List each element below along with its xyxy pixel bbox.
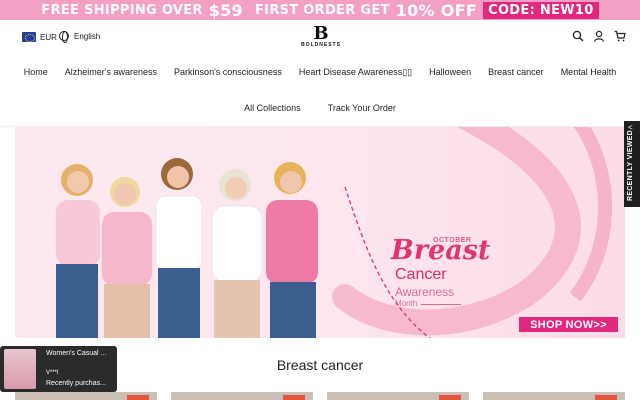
sale-badge	[439, 395, 461, 400]
nav-mental-health[interactable]: Mental Health	[561, 67, 617, 81]
nav-halloween[interactable]: Halloween	[429, 67, 471, 81]
nav-track-order[interactable]: Track Your Order	[328, 103, 396, 117]
eu-flag-icon	[22, 32, 36, 42]
promo-threshold: $59	[208, 0, 243, 20]
nav-alzheimers[interactable]: Alzheimer's awareness	[65, 67, 157, 81]
cart-icon[interactable]	[614, 30, 626, 42]
product-card[interactable]	[483, 392, 625, 400]
globe-icon	[59, 31, 69, 43]
product-grid	[15, 392, 625, 400]
secondary-nav: All Collections Track Your Order	[0, 103, 640, 117]
product-thumbnail	[4, 349, 36, 389]
nav-all-collections[interactable]: All Collections	[244, 103, 301, 117]
sale-badge	[127, 395, 149, 400]
promo-discount: 10% OFF	[395, 0, 478, 20]
nav-heart-disease[interactable]: Heart Disease Awareness▯▯	[299, 67, 412, 81]
recent-purchase-popup[interactable]: Women's Casual ... V***l Recently purcha…	[0, 346, 117, 392]
women-group-photo	[56, 158, 318, 338]
nav-breast-cancer[interactable]: Breast cancer	[488, 67, 544, 81]
toast-product: Women's Casual ...	[46, 350, 107, 357]
promo-free-shipping: FREE SHIPPING OVER	[41, 2, 203, 18]
hero-breast: Breast	[391, 235, 491, 266]
logo-text: BOLDNESTS	[301, 42, 341, 48]
account-icon[interactable]	[593, 30, 605, 42]
promo-first-order: FIRST ORDER GET	[255, 2, 390, 18]
toast-buyer: V***l	[46, 370, 59, 376]
site-logo[interactable]: B BOLDNESTS	[296, 23, 346, 49]
promo-bar: FREE SHIPPING OVER $59 FIRST ORDER GET 1…	[0, 0, 640, 20]
currency-selector[interactable]: EUR	[22, 32, 57, 42]
main-nav: Home Alzheimer's awareness Parkinson's c…	[0, 67, 640, 81]
nav-home[interactable]: Home	[24, 67, 48, 81]
header-actions	[572, 30, 626, 42]
toast-status: Recently purchas...	[46, 380, 106, 387]
currency-label: EUR	[40, 32, 57, 42]
site-header: EUR English B BOLDNESTS	[0, 20, 640, 58]
recently-viewed-tab[interactable]: < RECENTLY VIEWED	[624, 121, 640, 207]
nav-parkinsons[interactable]: Parkinson's consciousness	[174, 67, 282, 81]
logo-mark-icon: B	[313, 23, 329, 44]
hero-awareness: Awareness	[395, 285, 455, 299]
product-card[interactable]	[15, 392, 157, 400]
sale-badge	[595, 395, 617, 400]
language-label: English	[74, 31, 101, 41]
hero-month: Month	[395, 299, 418, 308]
hero-banner[interactable]: OCTOBER Breast Cancer Awareness Month SH…	[15, 127, 625, 338]
promo-code: CODE: NEW10	[483, 1, 599, 19]
sale-badge	[283, 395, 305, 400]
product-card[interactable]	[327, 392, 469, 400]
shop-now-button[interactable]: SHOP NOW>>	[519, 317, 618, 332]
hero-month-underline	[421, 304, 461, 305]
search-icon[interactable]	[572, 30, 584, 42]
language-selector[interactable]: English	[59, 31, 101, 43]
recently-viewed-label: RECENTLY VIEWED	[627, 129, 634, 201]
product-card[interactable]	[171, 392, 313, 400]
hero-cancer: Cancer	[395, 266, 447, 283]
